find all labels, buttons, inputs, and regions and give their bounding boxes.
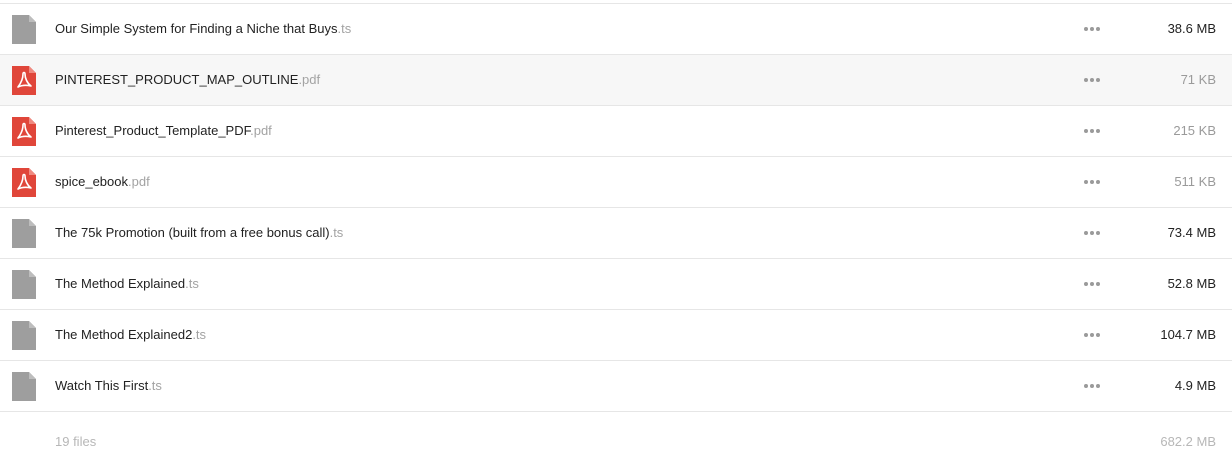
more-options-icon[interactable] [1084, 278, 1100, 290]
file-name[interactable]: The 75k Promotion (built from a free bon… [55, 208, 343, 258]
file-size: 38.6 MB [1167, 21, 1216, 36]
file-name[interactable]: The Method Explained.ts [55, 259, 199, 309]
file-name[interactable]: Our Simple System for Finding a Niche th… [55, 4, 351, 54]
file-row[interactable]: spice_ebook.pdf 511 KB [0, 157, 1232, 208]
file-icon [12, 270, 36, 299]
file-list: Our Simple System for Finding a Niche th… [0, 0, 1232, 472]
file-size: 4.9 MB [1174, 378, 1216, 393]
file-size: 215 KB [1173, 123, 1216, 138]
file-extension: .pdf [298, 72, 321, 87]
file-row[interactable]: Pinterest_Product_Template_PDF.pdf 215 KB [0, 106, 1232, 157]
menu-dot [1084, 27, 1088, 31]
file-extension: .ts [185, 276, 199, 291]
menu-dot [1090, 231, 1094, 235]
menu-dot [1090, 78, 1094, 82]
file-name[interactable]: spice_ebook.pdf [55, 157, 150, 207]
more-options-icon[interactable] [1084, 23, 1100, 35]
menu-dot [1090, 282, 1094, 286]
menu-dot [1084, 78, 1088, 82]
file-row[interactable]: Our Simple System for Finding a Niche th… [0, 4, 1232, 55]
file-name[interactable]: The Method Explained2.ts [55, 310, 206, 360]
menu-dot [1090, 333, 1094, 337]
menu-dot [1084, 231, 1088, 235]
file-count: 19 files [55, 434, 97, 449]
file-basename: Watch This First [55, 378, 149, 393]
file-name[interactable]: PINTEREST_PRODUCT_MAP_OUTLINE.pdf [55, 55, 320, 105]
file-size: 104.7 MB [1160, 327, 1216, 342]
file-extension: .ts [148, 378, 162, 393]
file-extension: .pdf [250, 123, 272, 138]
menu-dot [1090, 27, 1094, 31]
menu-dot [1096, 282, 1100, 286]
file-icon [12, 15, 36, 44]
more-options-icon[interactable] [1084, 329, 1100, 341]
file-row[interactable]: The 75k Promotion (built from a free bon… [0, 208, 1232, 259]
file-row[interactable]: The Method Explained2.ts 104.7 MB [0, 310, 1232, 361]
menu-dot [1090, 180, 1094, 184]
file-name[interactable]: Watch This First.ts [55, 361, 162, 411]
file-extension: .ts [192, 327, 207, 342]
more-options-icon[interactable] [1084, 227, 1100, 239]
file-extension: .pdf [128, 174, 150, 189]
menu-dot [1084, 129, 1088, 133]
menu-dot [1096, 78, 1100, 82]
pdf-file-icon [12, 66, 36, 95]
more-options-icon[interactable] [1084, 125, 1100, 137]
total-size: 682.2 MB [1160, 434, 1216, 449]
file-basename: The 75k Promotion (built from a free bon… [55, 225, 330, 240]
file-row[interactable]: PINTEREST_PRODUCT_MAP_OUTLINE.pdf 71 KB [0, 55, 1232, 106]
file-size: 511 KB [1174, 174, 1216, 189]
file-size: 52.8 MB [1167, 276, 1216, 291]
file-basename: Pinterest_Product_Template_PDF [55, 123, 251, 138]
file-icon [12, 372, 36, 401]
file-basename: The Method Explained2 [55, 327, 193, 342]
file-size: 73.4 MB [1167, 225, 1216, 240]
menu-dot [1090, 384, 1094, 388]
menu-dot [1096, 333, 1100, 337]
pdf-file-icon [12, 117, 36, 146]
menu-dot [1084, 282, 1088, 286]
file-basename: Our Simple System for Finding a Niche th… [55, 21, 338, 36]
menu-dot [1084, 333, 1088, 337]
list-footer: 19 files 682.2 MB [0, 412, 1232, 472]
file-name[interactable]: Pinterest_Product_Template_PDF.pdf [55, 106, 272, 156]
file-basename: PINTEREST_PRODUCT_MAP_OUTLINE [55, 72, 299, 87]
file-size: 71 KB [1180, 72, 1216, 87]
pdf-file-icon [12, 168, 36, 197]
menu-dot [1090, 129, 1094, 133]
menu-dot [1096, 27, 1100, 31]
file-extension: .ts [337, 21, 352, 36]
menu-dot [1096, 384, 1100, 388]
file-basename: The Method Explained [55, 276, 186, 291]
menu-dot [1084, 180, 1088, 184]
more-options-icon[interactable] [1084, 380, 1100, 392]
file-basename: spice_ebook [55, 174, 128, 189]
file-row[interactable]: The Method Explained.ts 52.8 MB [0, 259, 1232, 310]
more-options-icon[interactable] [1084, 176, 1100, 188]
menu-dot [1084, 384, 1088, 388]
menu-dot [1096, 231, 1100, 235]
menu-dot [1096, 180, 1100, 184]
file-extension: .ts [329, 225, 344, 240]
more-options-icon[interactable] [1084, 74, 1100, 86]
file-row[interactable]: Watch This First.ts 4.9 MB [0, 361, 1232, 412]
file-icon [12, 321, 36, 350]
file-icon [12, 219, 36, 248]
menu-dot [1096, 129, 1100, 133]
